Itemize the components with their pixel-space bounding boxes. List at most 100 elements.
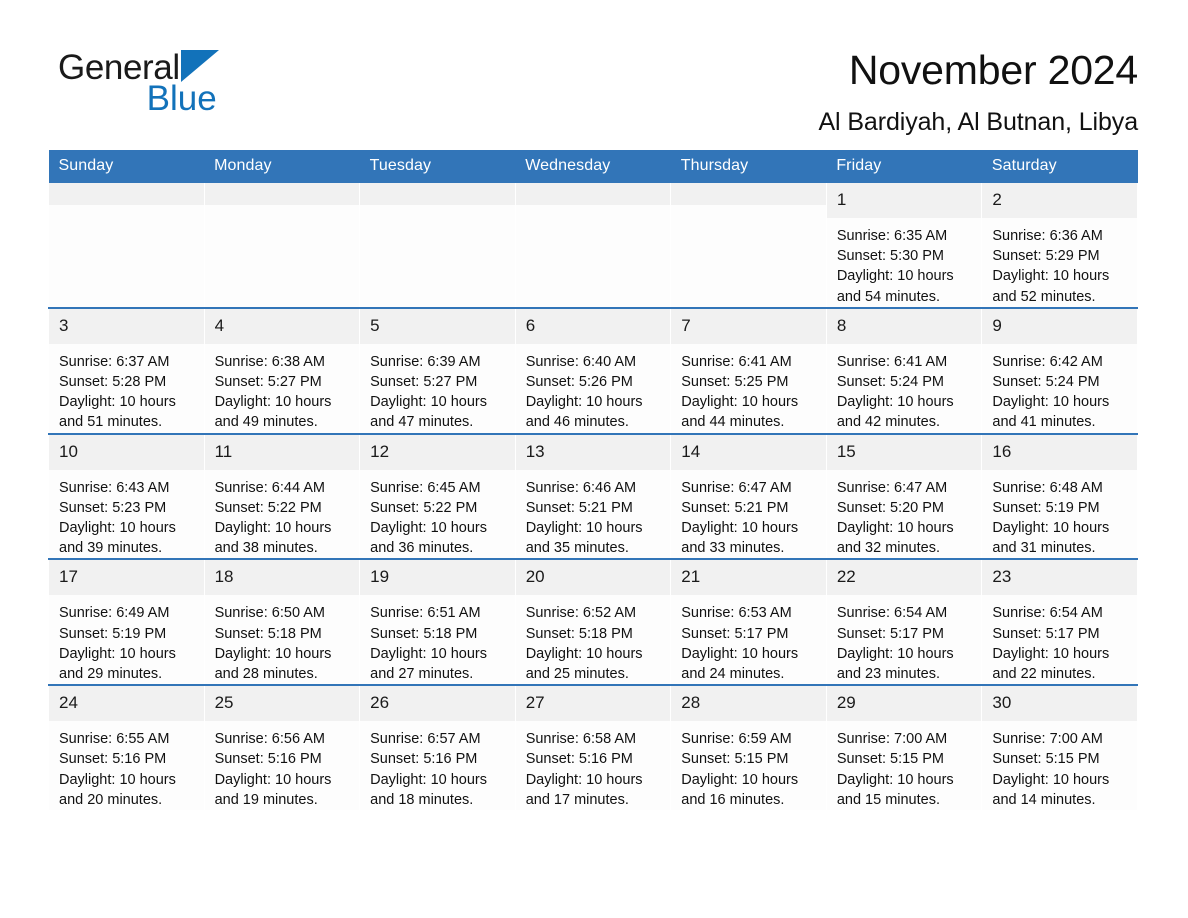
daylight-text: Daylight: 10 hours and 27 minutes. [370, 645, 487, 683]
sunrise-text: Sunrise: 6:40 AM [525, 353, 637, 370]
sunrise-text: Sunrise: 6:53 AM [681, 605, 792, 622]
sunset-text: Sunset: 5:16 PM [214, 751, 322, 768]
calendar-day-cell[interactable]: 26 Sunrise: 6:57 AM Sunset: 5:16 PM Dayligh… [359, 684, 516, 811]
calendar-day-cell[interactable]: 19 Sunrise: 6:51 AM Sunset: 5:18 PM Dayligh… [359, 558, 516, 686]
calendar-day-cell[interactable]: 20 Sunrise: 6:52 AM Sunset: 5:18 PM Dayligh… [514, 558, 672, 686]
calendar-day-cell[interactable]: 2 Sunrise: 6:36 AM Sunset: 5:29 PM Daylight… [981, 183, 1138, 308]
day-number: 1 [826, 183, 982, 218]
sunset-text: Sunset: 5:16 PM [59, 751, 167, 768]
calendar-day-cell[interactable]: 24 Sunrise: 6:55 AM Sunset: 5:16 PM Dayligh… [48, 684, 205, 811]
calendar-day-cell[interactable]: 9 Sunrise: 6:42 AM Sunset: 5:24 PM Daylight… [981, 306, 1138, 434]
calendar-day-cell[interactable]: 8 Sunrise: 6:41 AM Sunset: 5:24 PM Daylight… [825, 306, 983, 434]
calendar-day-cell[interactable]: 1 Sunrise: 6:35 AM Sunset: 5:30 PM Daylight… [825, 183, 983, 308]
day-details: Sunrise: 6:46 AM Sunset: 5:21 PM Daylight:… [516, 470, 671, 559]
page-title: November 2024 [848, 47, 1138, 93]
page-subtitle: Al Bardiyah, Al Butnan, Libya [818, 108, 1138, 136]
day-details: Sunrise: 6:42 AM Sunset: 5:24 PM Daylight:… [982, 344, 1137, 433]
sunset-text: Sunset: 5:18 PM [525, 625, 633, 642]
weekday-header-thursday: Thursday [670, 150, 827, 183]
calendar-day-cell[interactable]: 6 Sunrise: 6:40 AM Sunset: 5:26 PM Daylight… [514, 306, 672, 434]
calendar-day-cell[interactable]: 16 Sunrise: 6:48 AM Sunset: 5:19 PM Dayligh… [981, 432, 1138, 560]
calendar-day-cell[interactable]: 4 Sunrise: 6:38 AM Sunset: 5:27 PM Daylight… [203, 306, 361, 434]
daylight-text: Daylight: 10 hours and 15 minutes. [836, 771, 954, 808]
sunrise-text: Sunrise: 6:46 AM [525, 479, 637, 496]
general-blue-logo[interactable]: General Blue [58, 44, 219, 118]
calendar-day-cell[interactable]: 23 Sunrise: 6:54 AM Sunset: 5:17 PM Dayligh… [981, 558, 1138, 686]
day-details: Sunrise: 6:50 AM Sunset: 5:18 PM Daylight:… [205, 595, 360, 684]
page-header: General Blue November 2024 Al Bardiyah, … [0, 0, 1188, 150]
calendar-day-cell[interactable]: 25 Sunrise: 6:56 AM Sunset: 5:16 PM Dayligh… [203, 684, 361, 811]
sunset-text: Sunset: 5:18 PM [370, 625, 478, 642]
day-number: 10 [49, 434, 204, 470]
day-number: 22 [826, 560, 982, 596]
daylight-text: Daylight: 10 hours and 46 minutes. [525, 394, 643, 431]
calendar-day-cell[interactable]: 28 Sunrise: 6:59 AM Sunset: 5:15 PM Dayligh… [670, 684, 827, 811]
calendar-page: General Blue November 2024 Al Bardiyah, … [0, 0, 1188, 918]
calendar-day-cell[interactable]: 14 Sunrise: 6:47 AM Sunset: 5:21 PM Dayligh… [670, 432, 827, 560]
day-details: Sunrise: 6:48 AM Sunset: 5:19 PM Daylight:… [982, 470, 1137, 559]
day-number: 13 [515, 434, 671, 470]
calendar-cell-empty [359, 183, 516, 308]
calendar-day-cell[interactable]: 15 Sunrise: 6:47 AM Sunset: 5:20 PM Dayligh… [825, 432, 983, 560]
day-details: Sunrise: 6:43 AM Sunset: 5:23 PM Daylight:… [49, 470, 204, 559]
day-number: 14 [671, 434, 826, 470]
sunset-text: Sunset: 5:19 PM [992, 499, 1100, 516]
calendar-day-cell[interactable]: 22 Sunrise: 6:54 AM Sunset: 5:17 PM Dayligh… [825, 558, 983, 686]
day-number: 20 [515, 560, 671, 596]
calendar-cell-empty [48, 183, 205, 308]
calendar-week-row: 3 Sunrise: 6:37 AM Sunset: 5:28 PM Daylight… [48, 306, 1138, 434]
calendar-day-cell[interactable]: 17 Sunrise: 6:49 AM Sunset: 5:19 PM Dayligh… [48, 558, 205, 686]
calendar-week-row: 17 Sunrise: 6:49 AM Sunset: 5:19 PM Dayligh… [48, 558, 1138, 686]
day-details: Sunrise: 6:58 AM Sunset: 5:16 PM Daylight:… [516, 721, 671, 810]
calendar-day-cell[interactable]: 27 Sunrise: 6:58 AM Sunset: 5:16 PM Dayligh… [514, 684, 672, 811]
day-number: 6 [515, 308, 671, 344]
sunrise-text: Sunrise: 6:47 AM [836, 479, 948, 496]
day-number: 26 [360, 686, 515, 722]
daylight-text: Daylight: 10 hours and 25 minutes. [525, 645, 643, 683]
calendar-day-cell[interactable]: 12 Sunrise: 6:45 AM Sunset: 5:22 PM Dayligh… [359, 432, 516, 560]
sunrise-text: Sunrise: 6:48 AM [992, 479, 1103, 496]
sunrise-text: Sunrise: 6:37 AM [59, 353, 170, 370]
sunrise-text: Sunrise: 6:52 AM [525, 605, 637, 622]
weekday-header-tuesday: Tuesday [359, 150, 516, 183]
calendar-day-cell[interactable]: 18 Sunrise: 6:50 AM Sunset: 5:18 PM Dayligh… [203, 558, 361, 686]
calendar-day-cell[interactable]: 7 Sunrise: 6:41 AM Sunset: 5:25 PM Daylight… [670, 306, 827, 434]
day-number: 5 [360, 308, 515, 344]
daylight-text: Daylight: 10 hours and 49 minutes. [214, 394, 332, 431]
sunset-text: Sunset: 5:15 PM [992, 751, 1100, 768]
sunset-text: Sunset: 5:24 PM [836, 374, 945, 391]
calendar-day-cell[interactable]: 11 Sunrise: 6:44 AM Sunset: 5:22 PM Dayligh… [203, 432, 361, 560]
calendar-day-cell[interactable]: 10 Sunrise: 6:43 AM Sunset: 5:23 PM Dayligh… [48, 432, 205, 560]
calendar-day-cell[interactable]: 3 Sunrise: 6:37 AM Sunset: 5:28 PM Daylight… [48, 306, 205, 434]
calendar-day-cell[interactable]: 13 Sunrise: 6:46 AM Sunset: 5:21 PM Dayligh… [514, 432, 672, 560]
sunrise-text: Sunrise: 6:39 AM [370, 353, 481, 370]
calendar-header-row: Sunday Monday Tuesday Wednesday Thursday… [48, 150, 1138, 183]
day-details: Sunrise: 6:40 AM Sunset: 5:26 PM Daylight:… [516, 344, 671, 433]
calendar-day-cell[interactable]: 30 Sunrise: 7:00 AM Sunset: 5:15 PM Dayligh… [981, 684, 1138, 811]
day-details: Sunrise: 6:35 AM Sunset: 5:30 PM Daylight:… [827, 218, 982, 307]
logo-triangle-icon [180, 50, 219, 82]
day-details: Sunrise: 6:41 AM Sunset: 5:24 PM Daylight:… [827, 344, 982, 433]
sunrise-text: Sunrise: 6:35 AM [836, 228, 948, 244]
sunrise-text: Sunrise: 6:54 AM [992, 605, 1103, 622]
daylight-text: Daylight: 10 hours and 16 minutes. [681, 771, 799, 808]
sunrise-text: Sunrise: 6:47 AM [681, 479, 792, 496]
sunrise-text: Sunrise: 6:50 AM [214, 605, 325, 622]
sunrise-text: Sunrise: 6:45 AM [370, 479, 481, 496]
day-number: 8 [826, 308, 982, 344]
calendar-week-row: 10 Sunrise: 6:43 AM Sunset: 5:23 PM Dayligh… [48, 432, 1138, 560]
sunset-text: Sunset: 5:28 PM [59, 374, 167, 391]
calendar-day-cell[interactable]: 5 Sunrise: 6:39 AM Sunset: 5:27 PM Daylight… [359, 306, 516, 434]
daylight-text: Daylight: 10 hours and 41 minutes. [992, 394, 1110, 431]
day-number: 27 [515, 686, 671, 722]
day-number: 4 [204, 308, 360, 344]
calendar-week-row: 24 Sunrise: 6:55 AM Sunset: 5:16 PM Dayligh… [48, 684, 1138, 811]
day-details: Sunrise: 6:52 AM Sunset: 5:18 PM Daylight:… [516, 595, 671, 684]
calendar-day-cell[interactable]: 21 Sunrise: 6:53 AM Sunset: 5:17 PM Dayligh… [670, 558, 827, 686]
calendar-day-cell[interactable]: 29 Sunrise: 7:00 AM Sunset: 5:15 PM Dayligh… [825, 684, 983, 811]
day-number: 9 [982, 308, 1137, 344]
day-details: Sunrise: 6:57 AM Sunset: 5:16 PM Daylight:… [360, 721, 515, 810]
day-number [515, 183, 671, 205]
sunrise-text: Sunrise: 6:44 AM [214, 479, 325, 496]
calendar-cell-empty [670, 183, 827, 308]
